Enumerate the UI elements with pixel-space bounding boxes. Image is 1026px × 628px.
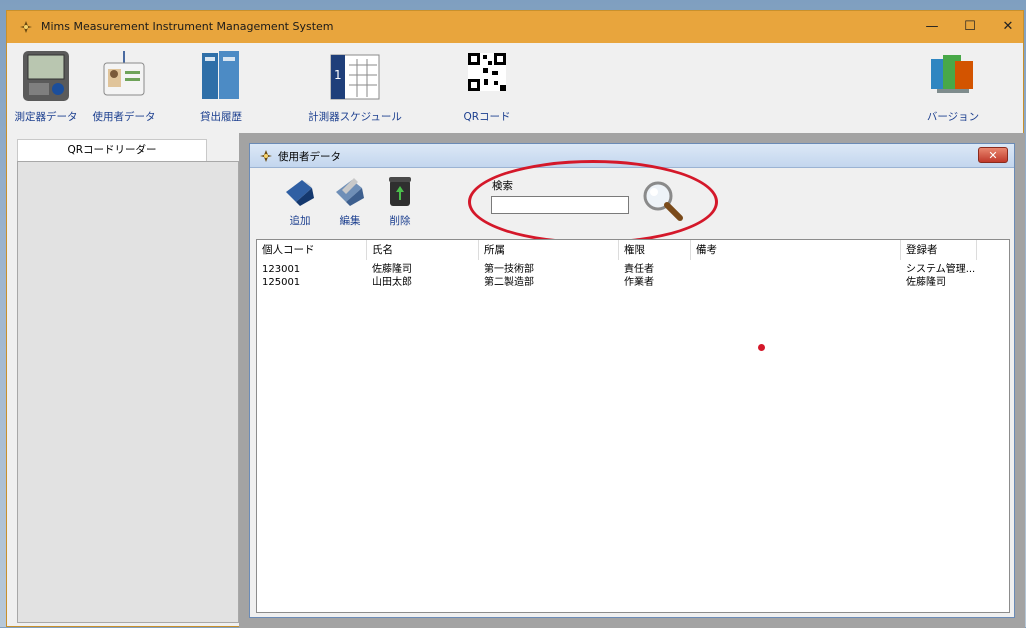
- column-header[interactable]: 登録者: [901, 240, 977, 260]
- instrument-data-icon: [23, 51, 69, 101]
- maximize-button[interactable]: ☐: [951, 11, 989, 43]
- delete-button[interactable]: 削除: [380, 174, 420, 228]
- qr-reader-panel: QRコードリーダー: [17, 139, 239, 624]
- cell-registrant: システム管理...: [906, 264, 976, 275]
- column-header[interactable]: 備考: [691, 240, 901, 260]
- delete-trash-icon: [389, 177, 411, 206]
- toolbar-label: 使用者データ: [92, 111, 156, 123]
- qr-reader-content: [17, 161, 239, 623]
- edit-icon: [336, 178, 364, 206]
- user-data-icon: [103, 51, 145, 96]
- toolbar-qr-code[interactable]: QRコード: [457, 49, 517, 124]
- toolbar-instrument-data[interactable]: 測定器データ: [11, 49, 81, 124]
- schedule-calendar-icon: 1: [330, 54, 380, 100]
- column-header[interactable]: 個人コード: [257, 240, 367, 260]
- toolbar-label: 計測器スケジュール: [308, 111, 402, 123]
- child-close-button[interactable]: ✕: [978, 147, 1008, 163]
- delete-label: 削除: [389, 215, 411, 227]
- qr-code-icon: [468, 53, 506, 91]
- cell-code: 123001: [262, 264, 301, 275]
- grid-header: 個人コード 氏名 所属 権限 備考 登録者: [257, 240, 977, 260]
- title-bar: Mims Measurement Instrument Management S…: [7, 11, 1023, 43]
- main-toolbar: 測定器データ 使用者データ 貸出履歴 1 計測器スケジュール QRコード バージ…: [7, 43, 1023, 133]
- search-input[interactable]: [491, 196, 629, 214]
- magnifier-icon[interactable]: [640, 178, 686, 224]
- cell-name: 山田太郎: [372, 277, 412, 288]
- toolbar-label: 測定器データ: [14, 111, 78, 123]
- child-window-title: 使用者データ: [278, 151, 341, 163]
- edit-button[interactable]: 編集: [328, 174, 372, 228]
- cell-registrant: 佐藤隆司: [906, 277, 946, 288]
- cell-dept: 第一技術部: [484, 264, 534, 275]
- cell-dept: 第二製造部: [484, 277, 534, 288]
- column-header[interactable]: 氏名: [367, 240, 479, 260]
- toolbar-version[interactable]: バージョン: [923, 49, 983, 124]
- cell-code: 125001: [262, 277, 301, 288]
- add-button[interactable]: 追加: [278, 174, 322, 228]
- cell-role: 作業者: [624, 277, 654, 288]
- minimize-button[interactable]: —: [913, 11, 951, 43]
- cell-role: 責任者: [624, 264, 654, 275]
- tab-qr-reader[interactable]: QRコードリーダー: [17, 139, 207, 161]
- mdi-area: 使用者データ ✕ 追加 編集 削除 検索 個人コード 氏名 所属 権限 備考 登…: [239, 133, 1025, 628]
- toolbar-label: 貸出履歴: [200, 111, 242, 123]
- column-header[interactable]: 所属: [479, 240, 619, 260]
- search-label: 検索: [492, 180, 513, 192]
- toolbar-user-data[interactable]: 使用者データ: [87, 49, 161, 124]
- window-title: Mims Measurement Instrument Management S…: [41, 20, 334, 33]
- toolbar-schedule[interactable]: 1 計測器スケジュール: [305, 49, 405, 124]
- loan-history-icon: [202, 51, 239, 99]
- cell-name: 佐藤隆司: [372, 264, 412, 275]
- child-title-bar: 使用者データ ✕: [250, 144, 1014, 168]
- version-icon: [931, 55, 973, 93]
- close-button[interactable]: ✕: [989, 11, 1026, 43]
- toolbar-label: バージョン: [926, 111, 980, 123]
- edit-label: 編集: [339, 215, 361, 227]
- annotation-dot: [758, 344, 765, 351]
- app-logo-icon: [20, 21, 32, 33]
- column-header[interactable]: 権限: [619, 240, 691, 260]
- toolbar-label: QRコード: [463, 111, 511, 123]
- main-window: Mims Measurement Instrument Management S…: [6, 10, 1025, 628]
- user-data-grid[interactable]: 個人コード 氏名 所属 権限 備考 登録者 123001 佐藤隆司 第一技術部 …: [256, 239, 1010, 613]
- add-label: 追加: [289, 215, 311, 227]
- app-logo-icon: [260, 150, 272, 162]
- toolbar-loan-history[interactable]: 貸出履歴: [191, 49, 251, 124]
- svg-text:1: 1: [334, 68, 342, 82]
- add-icon: [286, 180, 314, 206]
- user-data-window: 使用者データ ✕ 追加 編集 削除 検索 個人コード 氏名 所属 権限 備考 登…: [249, 143, 1015, 618]
